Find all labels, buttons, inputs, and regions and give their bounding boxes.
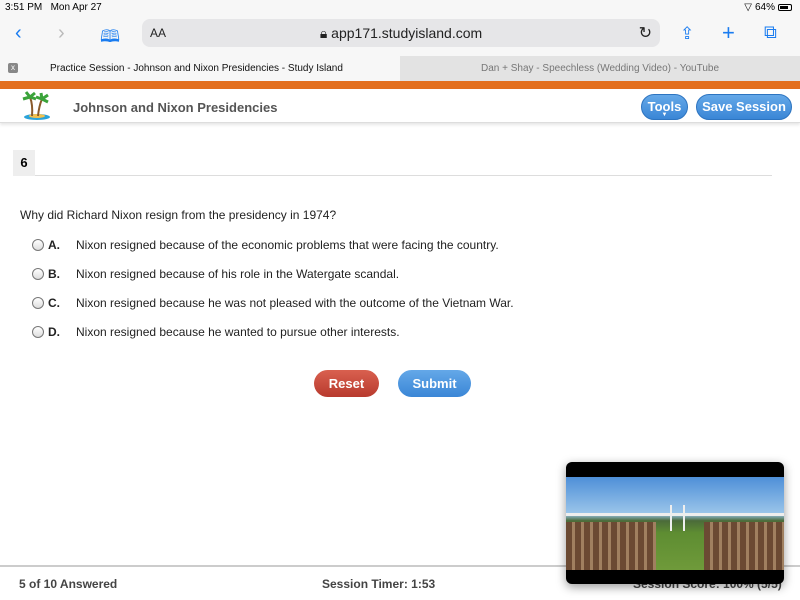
session-timer: Session Timer: 1:53 [322, 577, 436, 591]
answer-option-b[interactable]: B. Nixon resigned because of his role in … [32, 267, 399, 281]
picture-in-picture-video[interactable] [566, 462, 784, 584]
back-icon[interactable]: ‹ [15, 22, 22, 45]
tab-youtube[interactable]: Dan + Shay - Speechless (Wedding Video) … [400, 56, 800, 81]
lock-icon: 🔒︎ [319, 25, 328, 41]
question-number: 6 [13, 150, 35, 176]
battery-icon [778, 4, 792, 11]
page-title: Johnson and Nixon Presidencies [73, 100, 278, 115]
tabs-icon[interactable]: ⧉ [764, 22, 777, 43]
tab-study-island[interactable]: x Practice Session - Johnson and Nixon P… [0, 56, 400, 81]
answer-option-d[interactable]: D. Nixon resigned because he wanted to pu… [32, 325, 400, 339]
answer-option-c[interactable]: C. Nixon resigned because he was not plea… [32, 296, 514, 310]
radio-d[interactable] [32, 326, 44, 338]
app-header: Johnson and Nixon Presidencies Tools ▼ Sa… [0, 89, 800, 123]
share-icon[interactable]: ⇪ [680, 24, 694, 44]
browser-toolbar: ‹ › 🕮 AA 🔒︎ app171.studyisland.com ↻ ⇪ +… [0, 16, 800, 56]
answered-count: 5 of 10 Answered [19, 577, 118, 591]
question-text: Why did Richard Nixon resign from the pr… [20, 208, 337, 222]
url-text: app171.studyisland.com [331, 25, 483, 41]
status-bar: 3:51 PM Mon Apr 27 ▽ 64% [0, 0, 800, 16]
palm-tree-logo-icon [22, 91, 50, 120]
radio-c[interactable] [32, 297, 44, 309]
answer-option-a[interactable]: A. Nixon resigned because of the economic… [32, 238, 499, 252]
bookmarks-icon[interactable]: 🕮 [100, 24, 120, 53]
forward-icon[interactable]: › [58, 22, 65, 45]
radio-a[interactable] [32, 239, 44, 251]
wifi-icon: ▽ [744, 2, 752, 13]
submit-button[interactable]: Submit [398, 370, 471, 397]
new-tab-icon[interactable]: + [722, 20, 735, 46]
tab-bar: x Practice Session - Johnson and Nixon P… [0, 56, 800, 81]
video-frame [566, 477, 784, 570]
battery-percent: 64% [754, 2, 775, 13]
reset-button[interactable]: Reset [314, 370, 379, 397]
radio-b[interactable] [32, 268, 44, 280]
status-time: 3:51 PM Mon Apr 27 [5, 2, 102, 13]
brand-bar [0, 81, 800, 89]
address-bar[interactable]: AA 🔒︎ app171.studyisland.com ↻ [142, 19, 660, 47]
tools-button[interactable]: Tools ▼ [641, 94, 688, 120]
divider [35, 175, 772, 176]
reload-icon[interactable]: ↻ [639, 23, 652, 43]
save-session-button[interactable]: Save Session [696, 94, 792, 120]
close-tab-icon[interactable]: x [8, 63, 18, 73]
